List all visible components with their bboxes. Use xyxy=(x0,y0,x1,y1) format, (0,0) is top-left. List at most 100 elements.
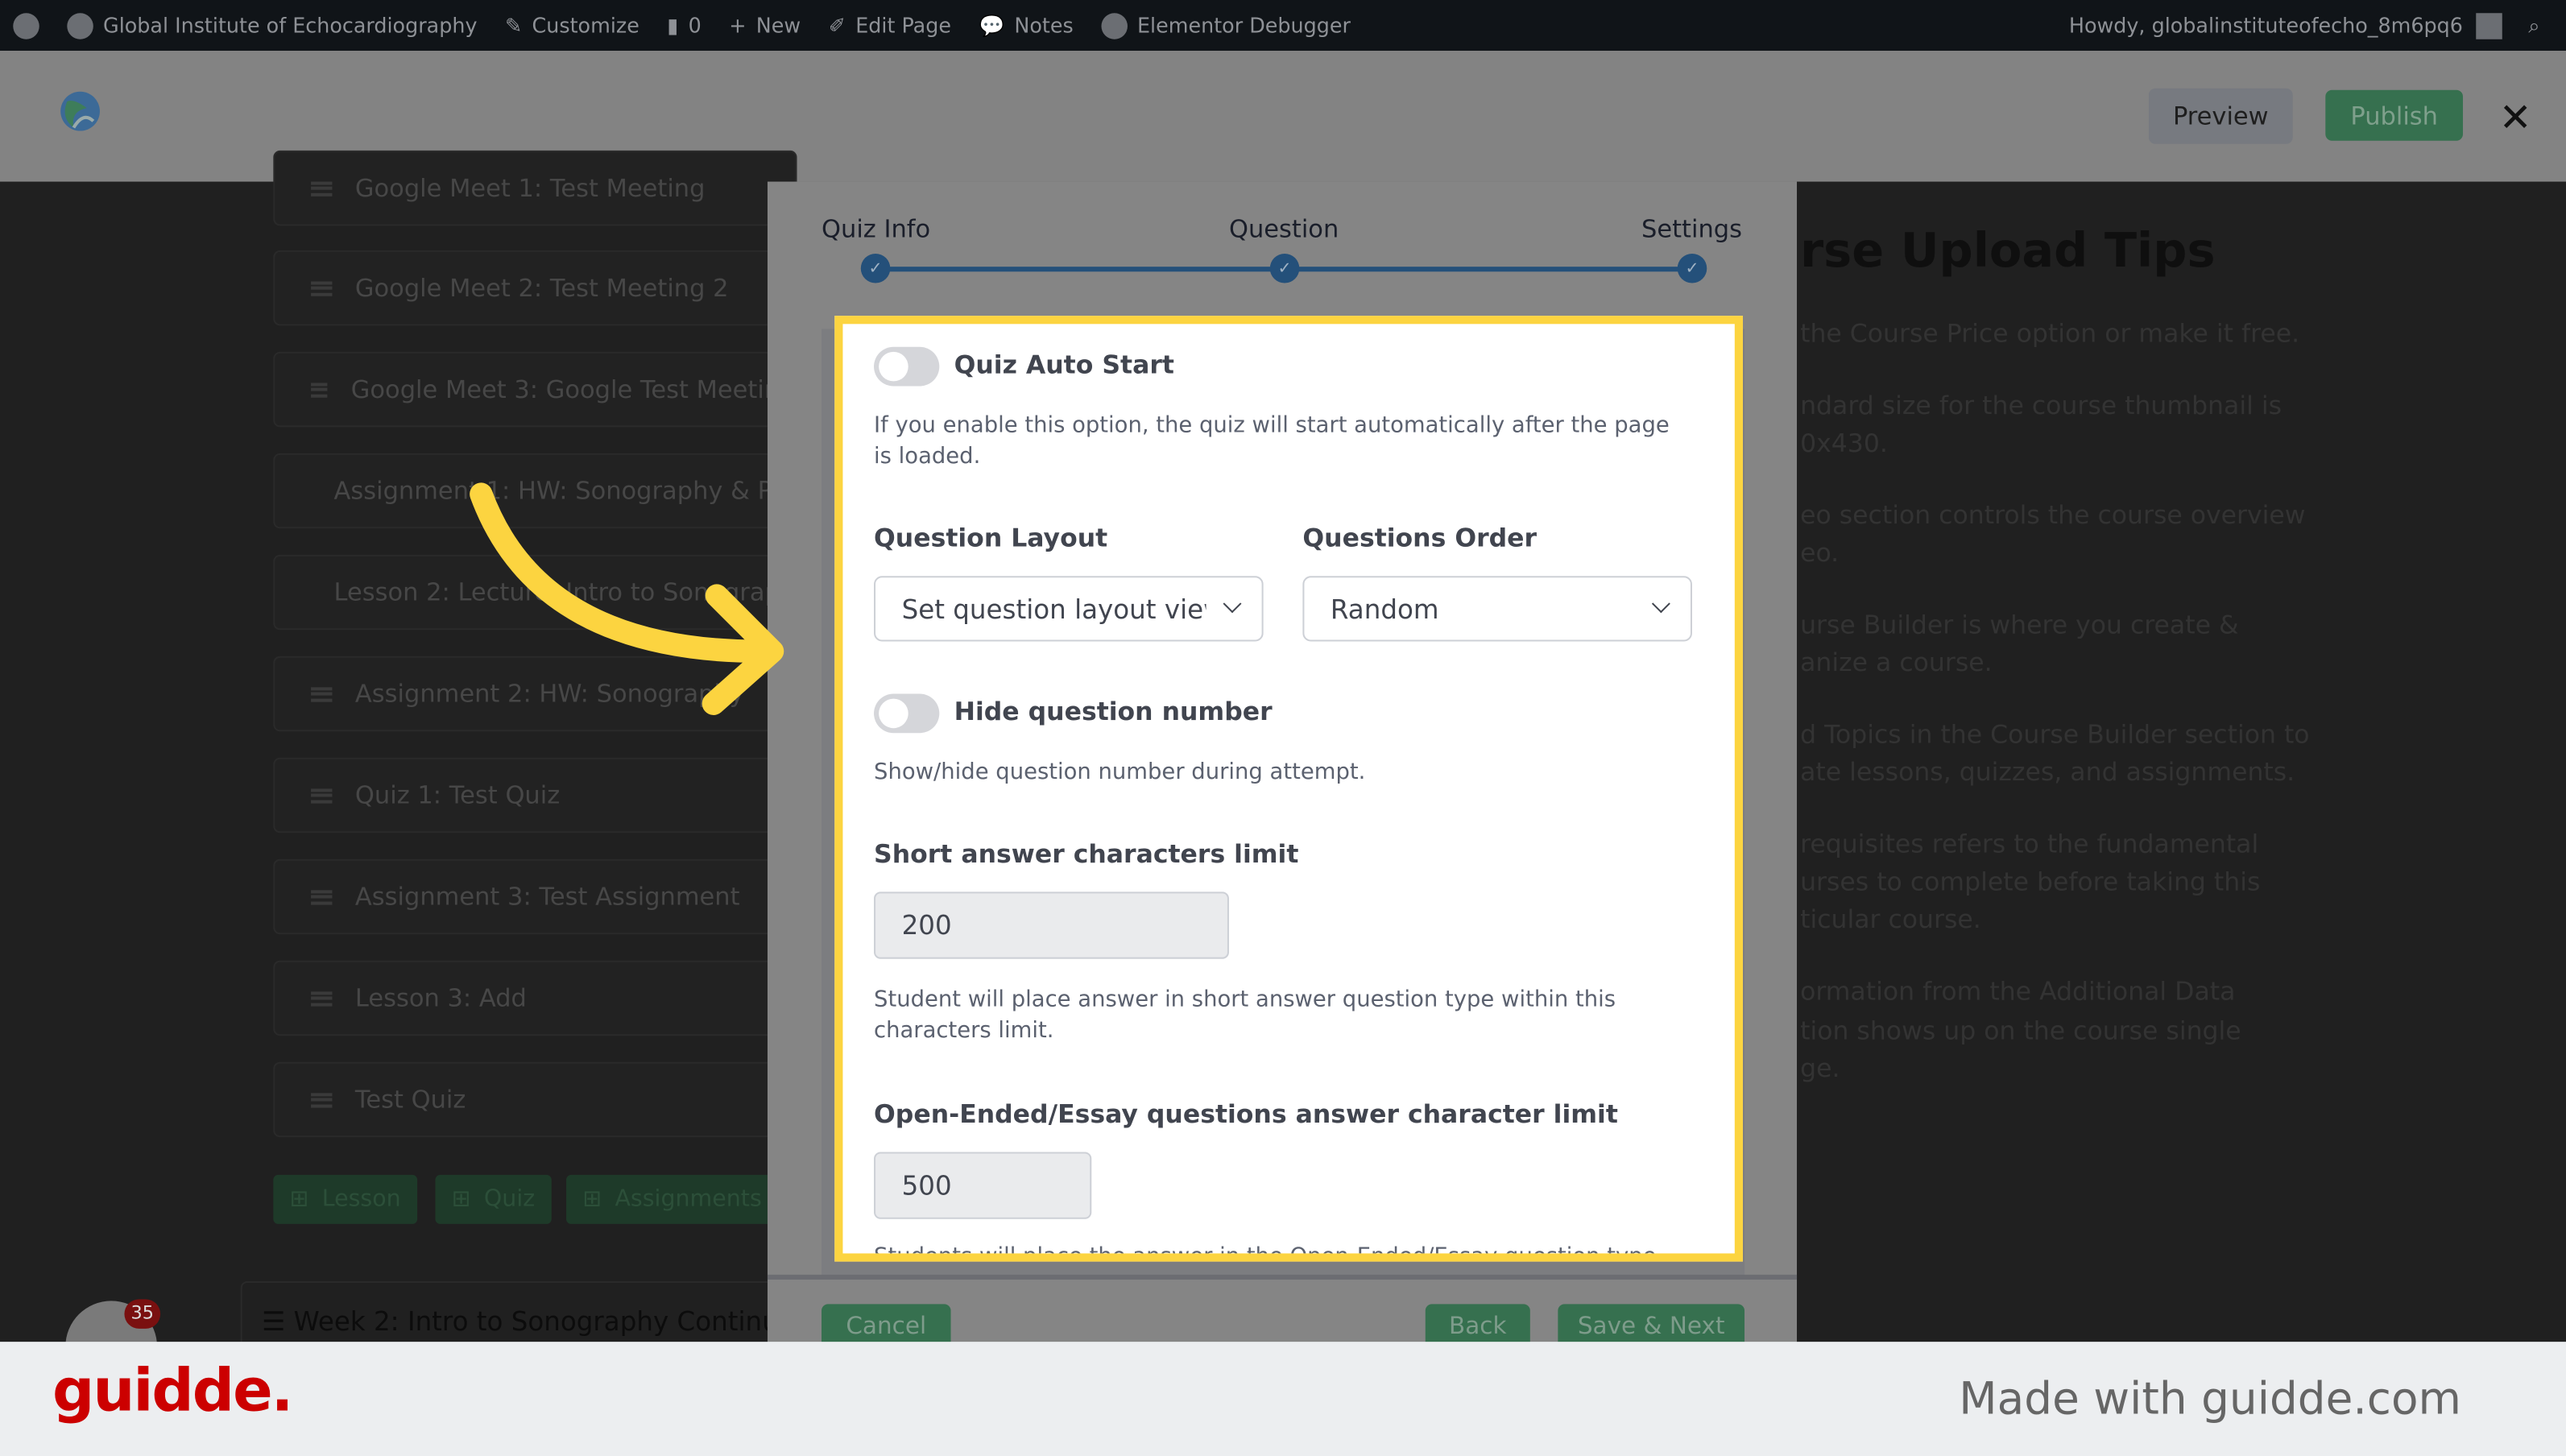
quiz-auto-start-label: Quiz Auto Start xyxy=(954,350,1174,380)
question-layout-select[interactable]: Set question layout view xyxy=(874,576,1264,642)
chevron-down-icon xyxy=(1223,594,1242,614)
tip-line: ge. xyxy=(1800,1053,1840,1084)
topic-title: Week 2: Intro to Sonography Continued xyxy=(293,1305,797,1338)
button-label: Lesson xyxy=(321,1186,401,1213)
tip-line: urse Builder is where you create & xyxy=(1800,610,2239,640)
admin-item-comments[interactable]: ▮ 0 xyxy=(667,13,701,37)
short-limit-input[interactable]: 200 xyxy=(874,891,1229,959)
tip-line: anize a course. xyxy=(1800,647,1993,678)
tip-line: the Course Price option or make it free. xyxy=(1800,319,2300,349)
guidde-logo: guidde. xyxy=(52,1358,293,1425)
brush-icon: ✎ xyxy=(505,13,523,38)
yellow-arrow-annotation xyxy=(470,482,784,715)
admin-item-new[interactable]: + New xyxy=(729,13,801,37)
tip-line: ndard size for the course thumbnail is xyxy=(1800,391,2282,421)
question-layout-label: Question Layout xyxy=(874,523,1108,553)
notes-icon: 💬 xyxy=(979,12,1005,37)
drag-handle-icon[interactable] xyxy=(311,280,333,296)
drag-handle-icon[interactable] xyxy=(311,889,333,904)
list-item[interactable]: Google Meet 1: Test Meeting xyxy=(273,150,797,226)
admin-item-debugger[interactable]: Elementor Debugger xyxy=(1101,12,1351,39)
admin-item-edit[interactable]: ✐ Edit Page xyxy=(829,13,951,37)
tip-line: 0x430. xyxy=(1800,428,1888,458)
drag-handle-icon[interactable] xyxy=(311,686,333,701)
howdy-user[interactable]: Howdy, globalinstituteofecho_8m6pq6 xyxy=(2069,13,2463,37)
list-item[interactable]: Google Meet 3: Google Test Meeting xyxy=(273,351,797,428)
chevron-down-icon xyxy=(1651,594,1670,614)
drag-handle-icon[interactable] xyxy=(311,382,329,397)
add-lesson-button[interactable]: ⊞ Lesson xyxy=(273,1174,418,1224)
add-assignment-button[interactable]: ⊞ Assignments xyxy=(566,1174,796,1224)
tip-line: requisites refers to the fundamental xyxy=(1800,829,2259,859)
debugger-label: Elementor Debugger xyxy=(1137,13,1351,38)
item-title: Google Meet 1: Test Meeting xyxy=(354,173,706,203)
plus-icon: ⊞ xyxy=(582,1186,602,1213)
list-item[interactable]: Lesson 3: Add xyxy=(273,960,797,1036)
item-title: Lesson 3: Add xyxy=(354,983,527,1013)
plus-icon: ⊞ xyxy=(451,1186,471,1213)
notification-badge: 35 xyxy=(124,1299,161,1329)
item-title: Test Quiz xyxy=(354,1085,466,1115)
made-with-guidde: Made with guidde.com xyxy=(1959,1374,2461,1425)
list-item[interactable]: Google Meet 2: Test Meeting 2 xyxy=(273,250,797,326)
preview-button[interactable]: Preview xyxy=(2148,88,2293,144)
admin-item-customize[interactable]: ✎ Customize xyxy=(505,13,639,37)
select-value: Random xyxy=(1330,593,1439,625)
tips-title: rse Upload Tips xyxy=(1800,222,2216,279)
tip-line: ticular course. xyxy=(1800,904,1981,935)
tip-line: eo section controls the course overview xyxy=(1800,500,2306,531)
drag-handle-icon[interactable] xyxy=(311,180,333,196)
select-value: Set question layout view xyxy=(901,593,1206,625)
tip-line: tion shows up on the course single xyxy=(1800,1015,2241,1046)
close-icon[interactable]: ✕ xyxy=(2499,95,2532,141)
tip-line: ormation from the Additional Data xyxy=(1800,977,2236,1007)
list-item[interactable]: Test Quiz xyxy=(273,1061,797,1138)
plus-icon: + xyxy=(729,13,747,38)
hide-question-number-toggle[interactable] xyxy=(874,693,940,734)
wp-admin-bar: Global Institute of Echocardiography ✎ Cu… xyxy=(0,0,2566,51)
quiz-auto-start-desc: If you enable this option, the quiz will… xyxy=(874,412,1670,470)
admin-item-site[interactable]: Global Institute of Echocardiography xyxy=(67,12,477,39)
drag-handle-icon[interactable]: ☰ xyxy=(262,1305,293,1337)
quiz-auto-start-toggle[interactable] xyxy=(874,346,940,387)
tip-line: d Topics in the Course Builder section t… xyxy=(1800,720,2310,750)
step-quiz-info[interactable]: Quiz Info xyxy=(822,214,930,244)
admin-item-wp[interactable] xyxy=(13,12,39,39)
short-limit-desc: Student will place answer in short answe… xyxy=(874,987,1616,1044)
divider xyxy=(767,1274,1798,1280)
settings-panel-highlight: Quiz Auto Start If you enable this optio… xyxy=(834,316,1743,1262)
check-icon: ✓ xyxy=(1269,253,1300,283)
customize-label: Customize xyxy=(532,13,639,38)
check-icon: ✓ xyxy=(860,253,891,283)
screen: Global Institute of Echocardiography ✎ Cu… xyxy=(0,0,2566,1456)
notes-label: Notes xyxy=(1014,13,1074,38)
publish-button[interactable]: Publish xyxy=(2325,89,2464,141)
item-title: Google Meet 2: Test Meeting 2 xyxy=(354,273,729,303)
hide-question-number-desc: Show/hide question number during attempt… xyxy=(874,759,1366,786)
button-label: Assignments xyxy=(615,1186,762,1213)
tip-line: urses to complete before taking this xyxy=(1800,867,2261,897)
site-name: Global Institute of Echocardiography xyxy=(103,13,478,38)
pencil-icon: ✐ xyxy=(828,13,846,38)
drag-handle-icon[interactable] xyxy=(311,788,333,803)
search-icon[interactable]: ⌕ xyxy=(2528,12,2539,39)
site-logo xyxy=(60,91,100,131)
add-quiz-button[interactable]: ⊞ Quiz xyxy=(435,1174,552,1224)
dashboard-icon xyxy=(67,12,93,39)
guidde-footer: guidde. Made with guidde.com xyxy=(0,1342,2566,1456)
drag-handle-icon[interactable] xyxy=(311,1092,333,1107)
questions-order-select[interactable]: Random xyxy=(1302,576,1692,642)
step-settings[interactable]: Settings xyxy=(1641,214,1742,244)
item-title: Quiz 1: Test Quiz xyxy=(354,780,561,810)
avatar[interactable] xyxy=(2476,12,2502,39)
drag-handle-icon[interactable] xyxy=(311,991,333,1006)
admin-item-notes[interactable]: 💬 Notes xyxy=(979,12,1074,39)
comments-count: 0 xyxy=(688,13,702,38)
step-question[interactable]: Question xyxy=(1229,214,1339,244)
essay-limit-input[interactable]: 500 xyxy=(874,1152,1092,1219)
list-item[interactable]: Assignment 3: Test Assignment xyxy=(273,858,797,935)
essay-limit-label: Open-Ended/Essay questions answer charac… xyxy=(874,1099,1618,1130)
hide-question-number-label: Hide question number xyxy=(954,697,1273,727)
list-item[interactable]: Quiz 1: Test Quiz xyxy=(273,757,797,833)
comment-icon: ▮ xyxy=(667,13,679,38)
